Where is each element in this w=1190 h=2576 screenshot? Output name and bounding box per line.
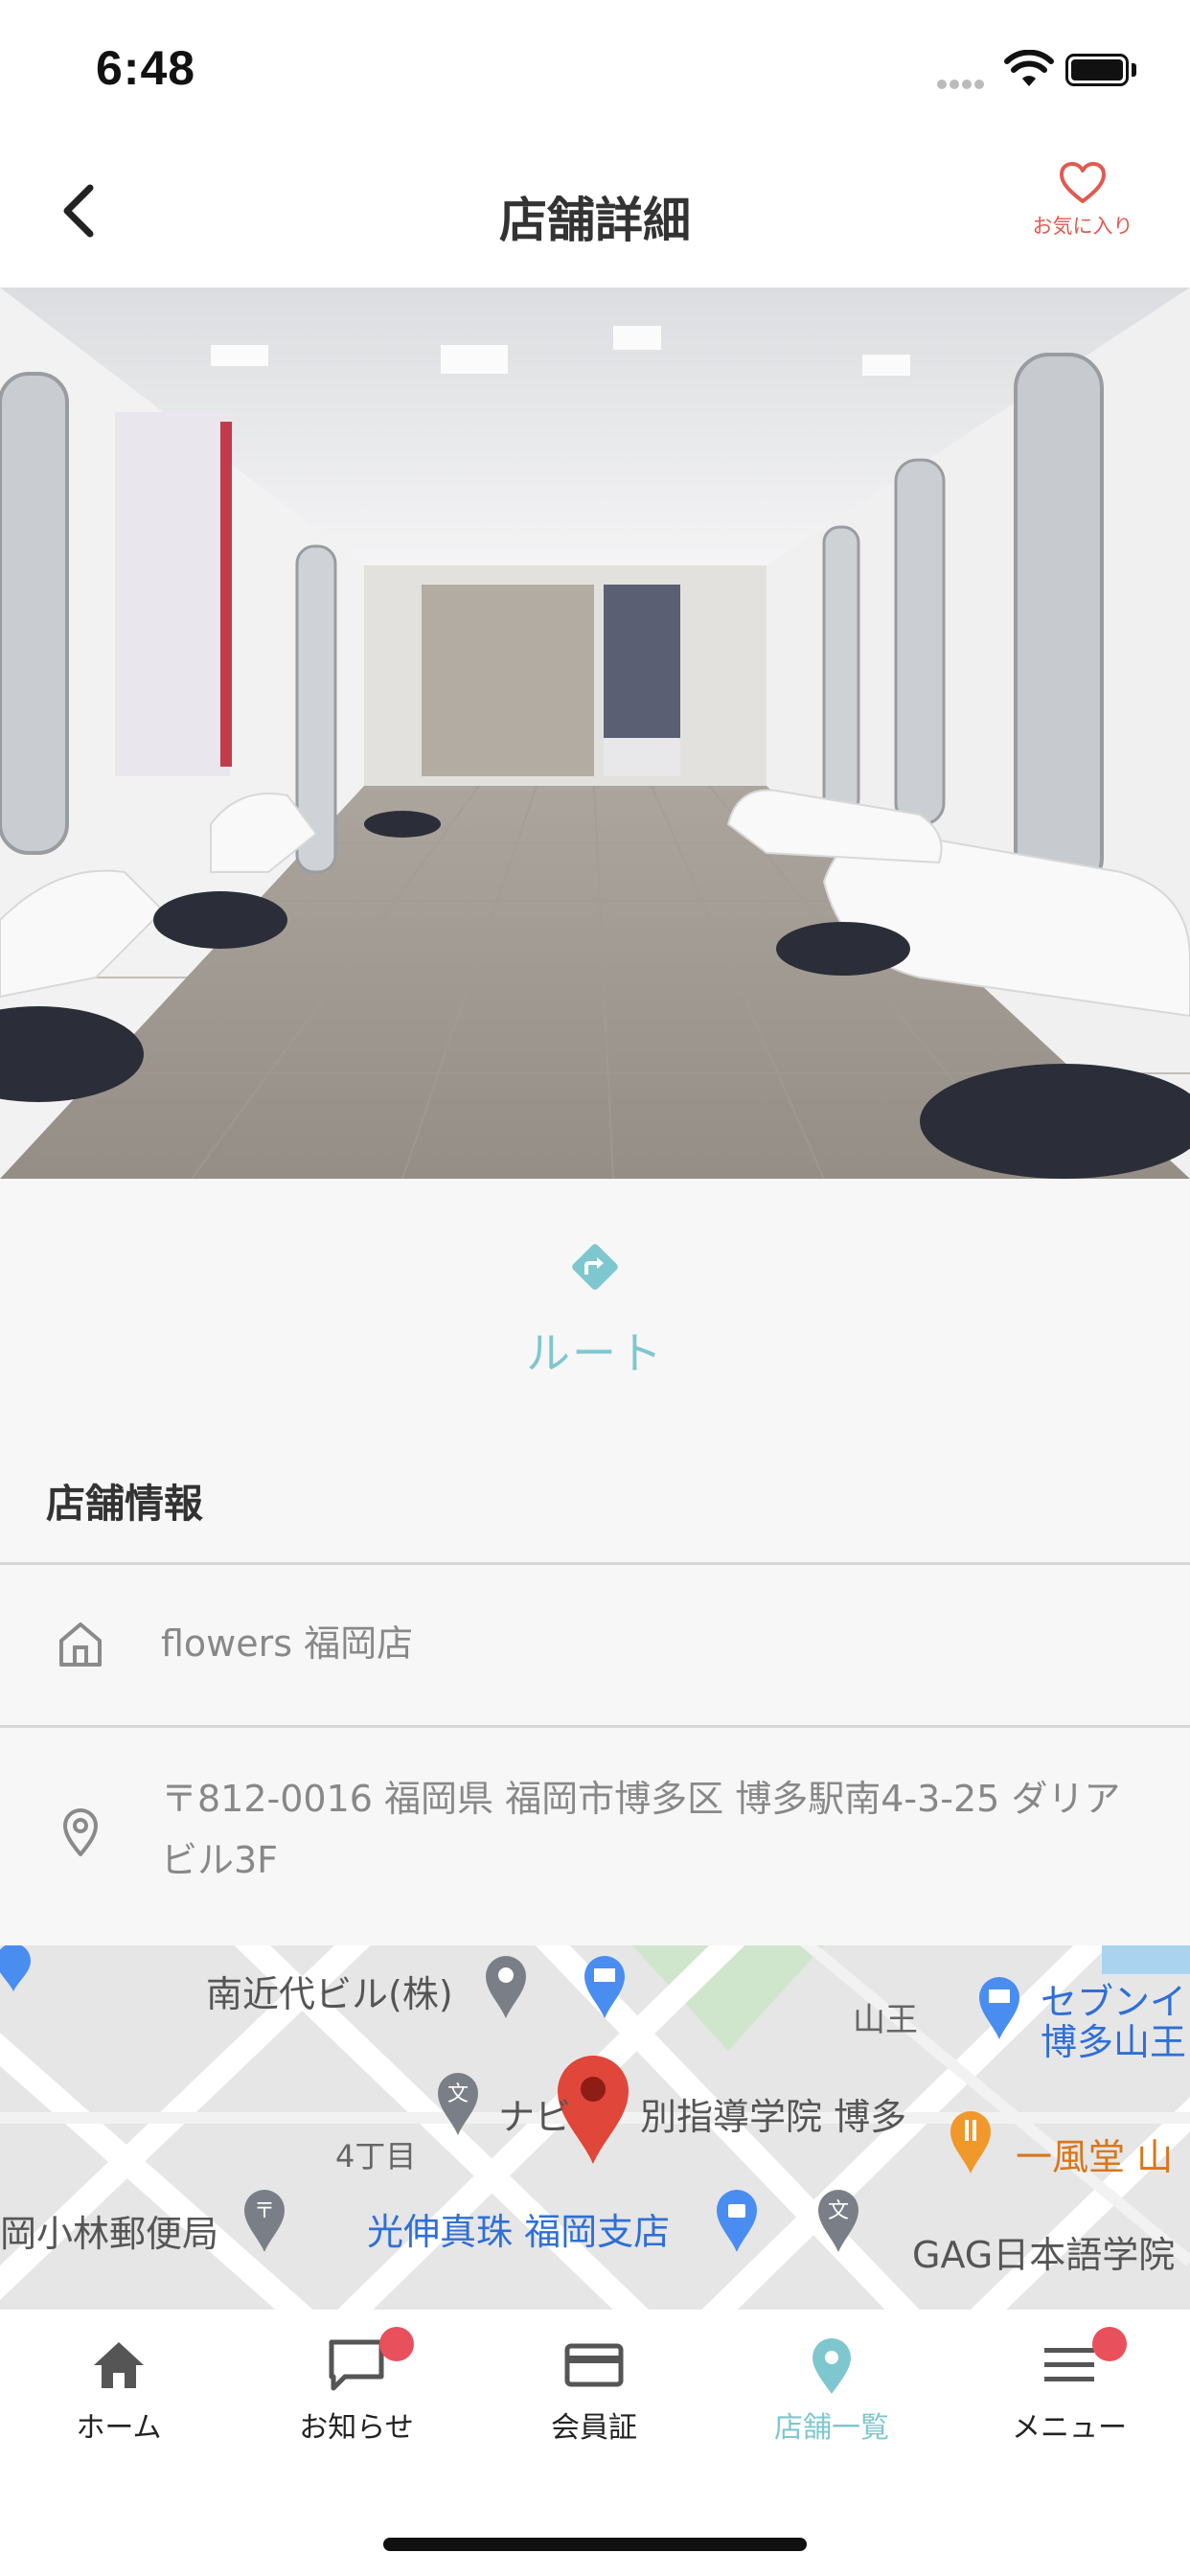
svg-text:文: 文	[447, 2082, 469, 2106]
store-name-row: flowers 福岡店	[0, 1565, 1190, 1725]
map-label: 光伸真珠 福岡支店	[367, 2211, 671, 2253]
store-marker-icon	[979, 1977, 1019, 2039]
map-label: 博多山王	[1041, 2021, 1187, 2063]
tab-member-card[interactable]: 会員証	[475, 2334, 713, 2478]
tab-label: メニュー	[1012, 2411, 1127, 2445]
notification-badge	[379, 2327, 414, 2361]
favorite-button[interactable]: お気に入り	[1016, 161, 1150, 266]
map-label: 4丁目	[335, 2138, 417, 2174]
favorite-label: お気に入り	[1032, 215, 1133, 238]
store-address-row: 〒812-0016 福岡県 福岡市博多区 博多駅南4-3-25 ダリアビル3F	[0, 1728, 1190, 1945]
notification-badge	[1092, 2327, 1127, 2361]
tab-menu[interactable]: メニュー	[950, 2327, 1188, 2478]
route-button[interactable]: ルート	[451, 1236, 739, 1390]
map-label: 一風堂 山	[1016, 2136, 1174, 2178]
svg-text:文: 文	[828, 2199, 849, 2223]
store-photo	[0, 288, 1190, 1179]
poi-marker-icon	[0, 1945, 31, 1991]
tab-label: 会員証	[551, 2411, 637, 2445]
home-icon	[94, 2342, 144, 2388]
battery-icon	[1065, 54, 1129, 86]
school-marker-icon: 文	[818, 2190, 858, 2252]
school-marker-icon: 文	[438, 2073, 478, 2135]
map-label: 山王	[853, 2001, 918, 2039]
home-indicator	[383, 2538, 807, 2551]
signal-icon	[937, 75, 995, 89]
map-label: 別指導学院 博多	[640, 2096, 907, 2138]
map-label: 岡小林郵便局	[0, 2213, 219, 2255]
map-label: GAG日本語学院	[912, 2234, 1176, 2276]
tab-home[interactable]: ホーム	[0, 2334, 238, 2478]
store-address: 〒812-0016 福岡県 福岡市博多区 博多駅南4-3-25 ダリアビル3F	[161, 1778, 1121, 1881]
battery-tip	[1132, 63, 1136, 77]
nav-header: 店舗詳細 お気に入り	[0, 144, 1190, 288]
tab-label: 店舗一覧	[774, 2411, 889, 2445]
card-icon	[564, 2343, 624, 2387]
tab-label: お知らせ	[299, 2411, 414, 2445]
tab-store-list[interactable]: 店舗一覧	[713, 2334, 950, 2478]
store-name: flowers 福岡店	[161, 1622, 414, 1665]
shopping-marker-icon	[717, 2190, 757, 2252]
map-label: 南近代ビル(株)	[206, 1973, 453, 2015]
home-outline-icon	[59, 1622, 102, 1667]
svg-text:〒: 〒	[254, 2199, 275, 2223]
tab-news[interactable]: お知らせ	[238, 2327, 475, 2478]
location-pin-icon	[812, 2338, 851, 2394]
restaurant-marker-icon	[950, 2111, 991, 2174]
page-title: 店舗詳細	[499, 193, 691, 248]
tab-label: ホーム	[76, 2411, 162, 2445]
status-time: 6:48	[96, 41, 196, 95]
status-bar: 6:48	[0, 0, 1190, 144]
post-office-marker-icon: 〒	[244, 2190, 285, 2252]
heart-icon	[1060, 162, 1106, 203]
wifi-icon	[1004, 50, 1054, 86]
location-outline-icon	[63, 1808, 98, 1856]
directions-icon	[572, 1244, 618, 1290]
route-label: ルート	[526, 1327, 664, 1379]
menu-icon	[1044, 2348, 1094, 2381]
tab-bar: ホーム お知らせ 会員証 店舗一覧 メニュー	[0, 2310, 1190, 2576]
map-label: ナビ	[498, 2096, 572, 2138]
store-map[interactable]: 文 〒 文 南近代ビル(株) 山王 セブンイ 博多山王 ナビ 別指導学院 博多 …	[0, 1945, 1190, 2310]
chat-icon	[329, 2339, 384, 2391]
store-info-heading: 店舗情報	[46, 1481, 203, 1527]
shop-marker-icon	[584, 1956, 625, 2018]
poi-marker-icon	[486, 1956, 526, 2018]
